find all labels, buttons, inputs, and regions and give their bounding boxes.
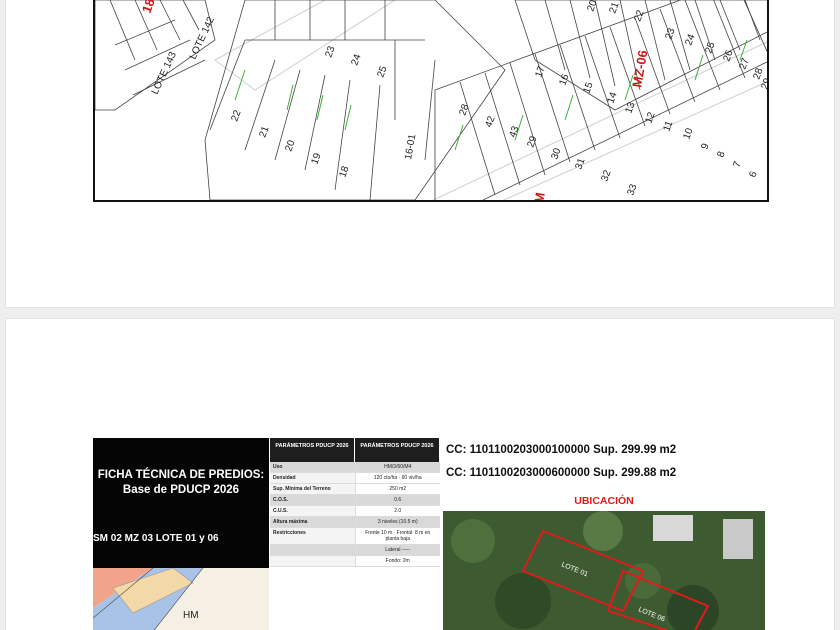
aerial-photo: LOTE 01 LOTE 06 — [443, 511, 765, 630]
lot-number: 25 — [375, 64, 389, 79]
parameter-value: Frente 10 m · Frontal: 8 m en planta baj… — [365, 530, 431, 542]
lot-number: 21 — [257, 124, 271, 139]
lot-number: 8 — [715, 150, 727, 159]
parameter-name: Sup. Mínima del Terreno — [270, 484, 356, 494]
ficha-title: FICHA TÉCNICA DE PREDIOS: Base de PDUCP … — [93, 468, 269, 498]
parameters-table-row: Restricciones Frente 10 m · Frontal: 8 m … — [270, 528, 440, 545]
block-middle — [204, 0, 506, 200]
lot-number: 32 — [599, 168, 613, 183]
lot-number: 33 — [625, 182, 639, 197]
ficha-subtitle: SM 02 MZ 03 LOTE 01 y 06 — [93, 533, 219, 544]
lot-number: 20 — [283, 138, 297, 153]
lot-number: 28 — [457, 102, 471, 117]
plot-plan-image[interactable]: 18 LOTE 143 LOTE 142 23 24 25 22 21 20 1… — [93, 0, 769, 202]
lot-number: 25 — [703, 40, 717, 55]
parameters-table-row: Altura máxima 3 niveles (10.5 m) — [270, 517, 440, 528]
ficha-title-line1: FICHA TÉCNICA DE PREDIOS: — [97, 469, 265, 481]
listing-page: 18 LOTE 143 LOTE 142 23 24 25 22 21 20 1… — [0, 0, 840, 630]
plot-plan-drawing: 18 LOTE 143 LOTE 142 23 24 25 22 21 20 1… — [95, 0, 767, 202]
mini-map-label: HM — [183, 610, 199, 621]
parameter-name: Uso — [270, 462, 356, 472]
ficha-title-panel: FICHA TÉCNICA DE PREDIOS: Base de PDUCP … — [93, 438, 269, 630]
parameter-value: 2.0 — [394, 508, 402, 514]
parameter-name: Altura máxima — [270, 517, 356, 527]
location-heading: UBICACIÓN — [574, 495, 634, 507]
ficha-tecnica-image[interactable]: FICHA TÉCNICA DE PREDIOS: Base de PDUCP … — [93, 438, 765, 630]
parameters-table-row: Lateral ----- — [270, 545, 440, 556]
parameters-table: PARÁMETROS PDUCP 2026 PARÁMETROS PDUCP 2… — [270, 438, 440, 630]
table-header-cell: PARÁMETROS PDUCP 2026 — [270, 438, 355, 462]
manzana-label-bottom: M — [531, 191, 548, 202]
lot-number: 42 — [483, 114, 497, 129]
parameter-value: 250 m2 — [389, 486, 407, 492]
aerial-photo-drawing: LOTE 01 LOTE 06 — [443, 511, 765, 630]
parameter-value: 0.6 — [355, 495, 440, 505]
parameter-name: Restricciones — [270, 528, 356, 544]
parameter-name: C.O.S. — [270, 495, 356, 505]
lot-number: 23 — [663, 26, 677, 41]
parameters-table-row: Densidad 120 cto/ha · 60 viv/ha — [270, 473, 440, 484]
parameter-value: Lateral ----- — [355, 545, 440, 555]
parameters-table-body: Uso HM/3/60/M4 Densidad 120 cto/ha · 60 viv… — [270, 462, 440, 567]
parameters-table-row: Uso HM/3/60/M4 — [270, 462, 440, 473]
mini-zoning-map: HM — [93, 568, 269, 630]
parameters-table-row: Sup. Mínima del Terreno 250 m2 — [270, 484, 440, 495]
lot-number: 24 — [349, 52, 363, 67]
parameters-table-row: Fondo: 2m — [270, 556, 440, 567]
cadastral-code-1: CC: 1101100203000100000 Sup. 299.99 m2 — [446, 444, 677, 456]
manzana-left-label: 18 — [139, 0, 158, 15]
lot-number: 24 — [683, 32, 697, 47]
cadastral-code-2: CC: 1101100203000600000 Sup. 299.88 m2 — [446, 467, 677, 479]
mini-map-drawing — [93, 568, 204, 630]
parameter-value: 3 niveles (10.5 m) — [355, 517, 440, 527]
parameter-value: HM/3/60/M4 — [355, 462, 440, 472]
parameter-name: C.U.S. — [270, 506, 356, 516]
lot-number: 15 — [581, 80, 595, 95]
parameter-name: Densidad — [270, 473, 356, 483]
lot-number: 9 — [699, 142, 711, 151]
parameters-table-header: PARÁMETROS PDUCP 2026 PARÁMETROS PDUCP 2… — [270, 438, 440, 462]
lot-number: 29 — [525, 134, 539, 149]
parameters-table-row: C.O.S. 0.6 — [270, 495, 440, 506]
lot-number: 22 — [632, 8, 646, 23]
lot-number: 19 — [309, 151, 323, 166]
lot-number: 22 — [229, 108, 243, 123]
ficha-title-line2: Base de PDUCP 2026 — [122, 484, 240, 496]
lot-number: 23 — [323, 44, 337, 59]
lot-number: 6 — [747, 170, 759, 179]
lot-number: 14 — [605, 90, 619, 105]
lot-number: 7 — [731, 160, 743, 169]
parameter-name — [270, 556, 356, 566]
lot-number: 21 — [607, 0, 621, 15]
lot-number: 10 — [681, 126, 695, 141]
parameters-table-row: C.U.S. 2.0 — [270, 506, 440, 517]
lot-left-label-2: LOTE 142 — [188, 15, 217, 61]
lot-number: 18 — [337, 164, 351, 179]
parameter-value: Fondo: 2m — [385, 558, 410, 564]
ficha-location-panel: CC: 1101100203000100000 Sup. 299.99 m2 C… — [443, 438, 765, 630]
parameter-name — [270, 545, 356, 555]
lot-number: 16-01 — [403, 133, 418, 161]
parameter-value: 120 cto/ha · 60 viv/ha — [373, 475, 422, 481]
table-header-cell: PARÁMETROS PDUCP 2026 — [355, 438, 440, 462]
